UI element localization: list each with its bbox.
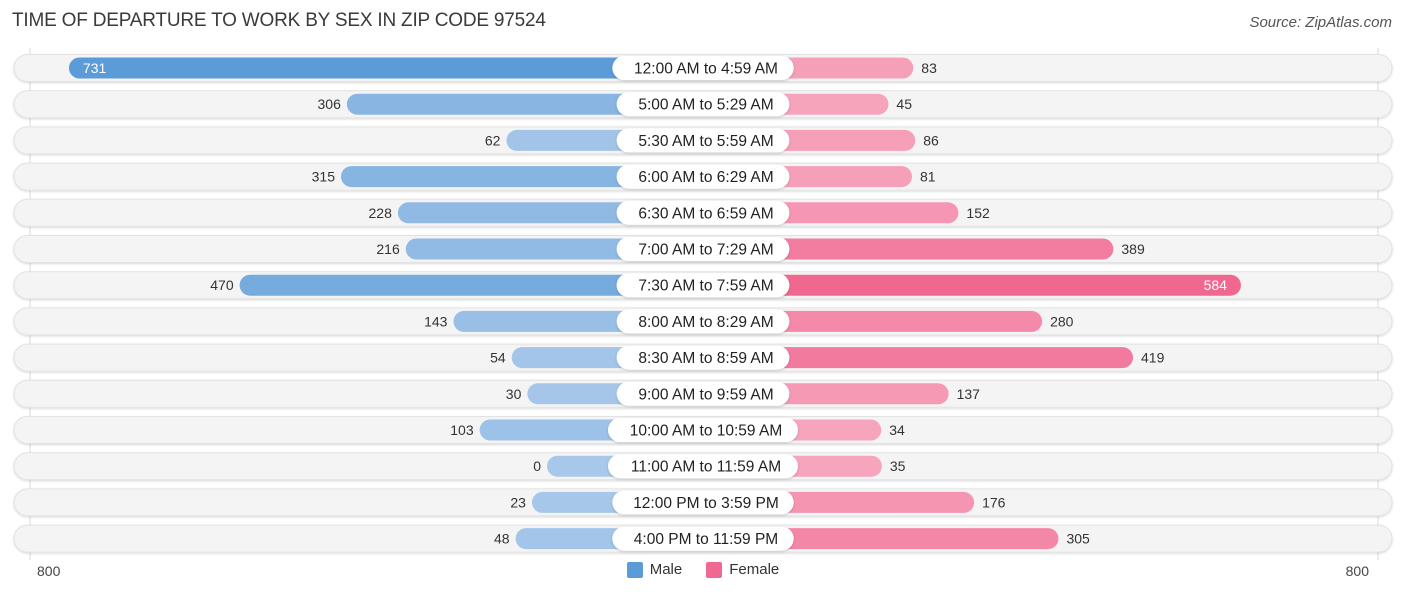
value-label-male: 0	[533, 458, 541, 474]
legend-label-female: Female	[729, 561, 780, 578]
value-label-male: 228	[369, 205, 393, 221]
value-label-male: 731	[83, 60, 107, 76]
legend-swatch-male	[626, 561, 643, 578]
chart-plot: 731 83 12:00 AM to 4:59 AM 306 45 5:00 AM to …	[13, 48, 1393, 560]
chart-row: 731 83 12:00 AM to 4:59 AM	[13, 54, 1393, 82]
bar-male	[68, 57, 703, 79]
value-label-male: 62	[485, 132, 501, 148]
value-label-male: 54	[490, 350, 506, 366]
value-label-female: 35	[890, 458, 906, 474]
chart-row: 228 152 6:30 AM to 6:59 AM	[13, 198, 1393, 227]
chart-row: 306 45 5:00 AM to 5:29 AM	[13, 90, 1393, 119]
value-label-female: 81	[920, 169, 936, 185]
category-label: 8:30 AM to 8:59 AM	[638, 350, 773, 367]
value-label-female: 419	[1141, 350, 1165, 366]
value-label-female: 83	[921, 60, 937, 76]
value-label-male: 30	[506, 386, 522, 402]
chart-row: 54 419 8:30 AM to 8:59 AM	[13, 343, 1393, 372]
value-label-female: 34	[889, 422, 905, 438]
chart-row: 216 389 7:00 AM to 7:29 AM	[13, 235, 1393, 263]
value-label-female: 584	[1204, 277, 1228, 293]
category-label: 6:00 AM to 6:29 AM	[638, 169, 773, 186]
category-label: 12:00 AM to 4:59 AM	[634, 61, 778, 78]
chart-row: 23 176 12:00 PM to 3:59 PM	[13, 488, 1393, 517]
category-label: 4:00 PM to 11:59 PM	[634, 531, 778, 548]
value-label-male: 103	[450, 422, 474, 438]
value-label-male: 143	[424, 313, 448, 329]
legend: Male Female	[0, 561, 1406, 578]
value-label-female: 280	[1050, 313, 1074, 329]
value-label-male: 23	[510, 494, 526, 510]
chart-row: 143 280 8:00 AM to 8:29 AM	[13, 307, 1393, 336]
category-label: 12:00 PM to 3:59 PM	[633, 495, 779, 512]
value-label-female: 389	[1121, 241, 1145, 257]
category-label: 7:30 AM to 7:59 AM	[638, 278, 773, 295]
category-label: 5:30 AM to 5:59 AM	[638, 133, 773, 150]
chart-row: 103 34 10:00 AM to 10:59 AM	[13, 416, 1393, 444]
category-label: 7:00 AM to 7:29 AM	[638, 242, 773, 259]
value-label-male: 216	[376, 241, 400, 257]
chart-row: 48 305 4:00 PM to 11:59 PM	[13, 524, 1393, 553]
legend-item-female[interactable]: Female	[706, 561, 779, 578]
category-label: 10:00 AM to 10:59 AM	[630, 423, 783, 440]
chart-row: 0 35 11:00 AM to 11:59 AM	[13, 452, 1393, 481]
chart-row: 470 584 7:30 AM to 7:59 AM	[13, 271, 1393, 300]
category-label: 5:00 AM to 5:29 AM	[638, 97, 773, 114]
category-label: 9:00 AM to 9:59 AM	[638, 386, 773, 403]
value-label-female: 45	[896, 96, 912, 112]
chart-row: 30 137 9:00 AM to 9:59 AM	[13, 379, 1393, 408]
value-label-female: 176	[982, 494, 1006, 510]
chart-row: 62 86 5:30 AM to 5:59 AM	[13, 126, 1393, 155]
value-label-male: 470	[210, 277, 234, 293]
category-label: 11:00 AM to 11:59 AM	[631, 459, 781, 476]
value-label-male: 48	[494, 531, 510, 547]
value-label-female: 152	[966, 205, 990, 221]
category-label: 6:30 AM to 6:59 AM	[638, 205, 773, 222]
value-label-female: 137	[957, 386, 981, 402]
legend-swatch-female	[706, 561, 723, 578]
legend-label-male: Male	[649, 561, 683, 578]
chart-row: 315 81 6:00 AM to 6:29 AM	[13, 162, 1393, 191]
category-label: 8:00 AM to 8:29 AM	[638, 314, 773, 331]
value-label-male: 315	[312, 169, 336, 185]
value-label-female: 305	[1066, 531, 1090, 547]
value-label-female: 86	[923, 132, 939, 148]
legend-item-male[interactable]: Male	[626, 561, 683, 578]
value-label-male: 306	[318, 96, 342, 112]
